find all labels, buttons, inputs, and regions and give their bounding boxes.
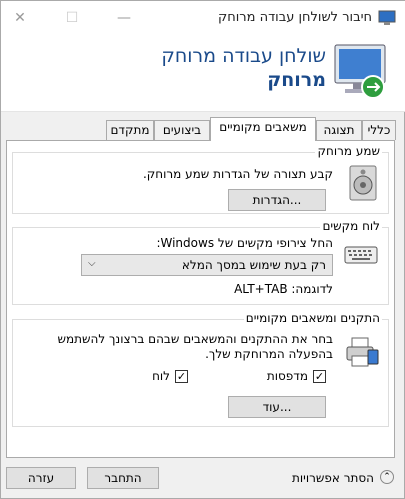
audio-settings-button[interactable]: הגדרות... [228,189,326,211]
keyboard-description: החל צירופי מקשים של Windows: [156,236,333,250]
hide-options-link[interactable]: הסתר אפשרויות [292,471,374,485]
keyboard-example: לדוגמה: ALT+TAB [234,282,333,296]
speaker-icon [349,165,377,201]
audio-description: קבע תצורה של הגדרות שמע מרוחק. [142,167,333,181]
keyboard-icon [344,246,378,264]
app-icon [378,10,396,25]
chevron-up-icon[interactable]: ⌃ [380,470,394,484]
help-button[interactable]: עזרה [6,467,76,489]
minimize-icon[interactable]: — [113,7,135,29]
connect-button[interactable]: התחבר [87,467,159,489]
audio-group-title: שמע מרוחק [315,144,382,158]
keyboard-combo-select[interactable]: רק בעת שימוש במסך המלא ⌵ [81,254,333,276]
close-icon[interactable]: ✕ [9,7,31,29]
devices-description-line1: בחר את ההתקנים והמשאבים שבהם ברצונך להשת… [57,332,333,346]
maximize-icon[interactable]: ☐ [61,7,83,29]
devices-description-line2: בהפעלה המרוחקת שלך. [205,347,333,361]
audio-group: שמע מרוחק קבע תצורה של הגדרות שמע מרוחק.… [12,144,389,214]
header-subtitle: מרוחק [267,69,326,91]
tab-display[interactable]: תצוגה [316,120,362,140]
printer-devices-icon [346,337,379,367]
tab-performance[interactable]: ביצועים [154,120,210,140]
tab-advanced[interactable]: מתקדם [106,120,154,140]
rdp-window: ✕ ☐ — חיבור לשולחן עבודה מרוחק שולחן עבו… [0,0,405,499]
chevron-down-icon: ⌵ [88,258,96,269]
printers-label: מדפסות [266,369,308,383]
keyboard-group: לוח מקשים החל צירופי מקשים של Windows: ר… [12,219,389,305]
title-bar: ✕ ☐ — חיבור לשולחן עבודה מרוחק [1,1,405,35]
clipboard-checkbox[interactable]: ✓ [175,370,188,383]
printers-checkbox[interactable]: ✓ [313,370,326,383]
keyboard-group-title: לוח מקשים [320,219,382,233]
more-devices-button[interactable]: עוד... [228,396,326,418]
tab-general[interactable]: כללי [362,120,396,140]
local-resources-panel: שמע מרוחק קבע תצורה של הגדרות שמע מרוחק.… [6,140,395,458]
devices-group-title: התקנים ומשאבים מקומיים [243,311,382,325]
header-title: שולחן עבודה מרוחק [161,45,326,67]
remote-desktop-monitor-icon [334,44,386,99]
window-title: חיבור לשולחן עבודה מרוחק [218,10,372,25]
tab-strip: כללי תצוגה משאבים מקומיים ביצועים מתקדם [106,117,396,141]
clipboard-label: לוח [152,369,170,383]
dialog-header: שולחן עבודה מרוחק מרוחק [1,35,405,112]
devices-group: התקנים ומשאבים מקומיים בחר את ההתקנים וה… [12,311,389,427]
tab-local-resources[interactable]: משאבים מקומיים [210,117,316,141]
keyboard-combo-value: רק בעת שימוש במסך המלא [181,258,326,272]
